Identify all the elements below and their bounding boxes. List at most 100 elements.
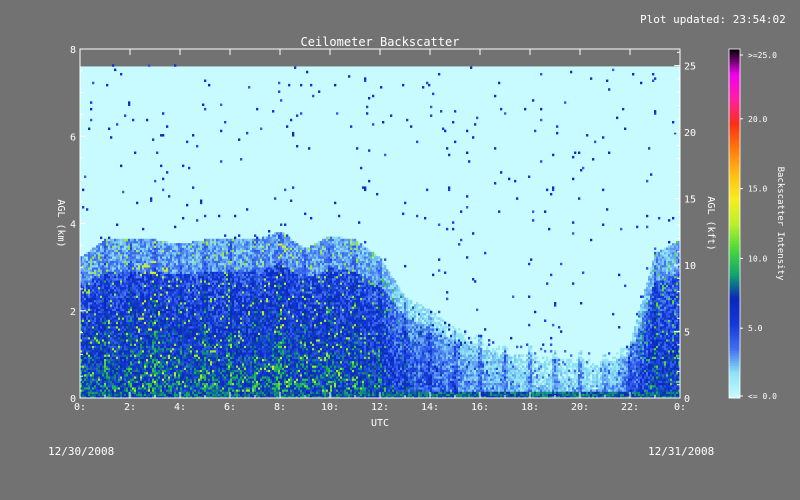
heatmap-cell	[130, 286, 133, 290]
heatmap-cell	[188, 376, 191, 379]
heatmap-cell	[162, 112, 165, 115]
heatmap-cell	[98, 286, 101, 290]
heatmap-cell	[154, 258, 157, 261]
heatmap-cell	[196, 258, 199, 261]
heatmap-cell	[164, 371, 167, 375]
heatmap-cell	[192, 262, 195, 266]
heatmap-cell	[158, 278, 161, 281]
heatmap-cell	[152, 267, 155, 270]
heatmap-cell	[184, 256, 187, 259]
heatmap-cell	[108, 297, 111, 301]
heatmap-cell	[134, 334, 137, 338]
heatmap-cell	[194, 295, 197, 298]
heatmap-cell	[106, 317, 109, 320]
heatmap-cell	[158, 306, 161, 309]
heatmap-cell	[106, 350, 109, 353]
heatmap-cell	[108, 343, 111, 346]
heatmap-cell	[110, 247, 113, 250]
heatmap-cell	[200, 330, 203, 333]
heatmap-cell	[100, 384, 103, 388]
heatmap-cell	[202, 391, 205, 394]
heatmap-cell	[212, 371, 215, 375]
heatmap-cell	[98, 356, 101, 360]
heatmap-cell	[204, 352, 207, 355]
heatmap-cell	[112, 282, 115, 285]
heatmap-cell	[114, 358, 117, 362]
heatmap-cell	[124, 374, 127, 377]
heatmap-cell	[176, 343, 179, 346]
heatmap-cell	[196, 269, 199, 272]
heatmap-cell	[210, 350, 213, 353]
heatmap-cell	[158, 273, 161, 277]
heatmap-cell	[110, 374, 113, 377]
heatmap-cell	[90, 306, 93, 309]
heatmap-cell	[148, 260, 151, 264]
heatmap-cell	[184, 317, 187, 320]
heatmap-cell	[190, 260, 193, 264]
heatmap-cell	[94, 352, 97, 355]
heatmap-cell	[152, 264, 155, 268]
heatmap-cell	[182, 321, 185, 325]
heatmap-cell	[168, 273, 171, 277]
heatmap-cell	[182, 251, 185, 255]
heatmap-cell	[170, 323, 173, 327]
heatmap-cell	[194, 247, 197, 250]
heatmap-cell	[134, 326, 137, 329]
heatmap-cell	[128, 384, 131, 388]
heatmap-cell	[138, 251, 141, 255]
heatmap-cell	[174, 243, 177, 246]
heatmap-cell	[136, 334, 139, 338]
heatmap-cell	[134, 258, 137, 261]
heatmap-cell	[120, 369, 123, 373]
heatmap-cell	[198, 343, 201, 346]
heatmap-cell	[182, 323, 185, 327]
heatmap-cell	[100, 319, 103, 322]
heatmap-cell	[178, 297, 181, 301]
heatmap-cell	[198, 356, 201, 360]
heatmap-cell	[186, 363, 189, 366]
heatmap-cell	[86, 280, 89, 283]
heatmap-cell	[106, 328, 109, 331]
heatmap-cell	[170, 393, 173, 397]
heatmap-cell	[88, 282, 91, 285]
heatmap-cell	[98, 371, 101, 375]
heatmap-cell	[120, 376, 123, 379]
heatmap-cell	[168, 363, 171, 366]
heatmap-cell	[186, 374, 189, 377]
heatmap-cell	[152, 387, 155, 390]
heatmap-cell	[94, 341, 97, 344]
heatmap-cell	[182, 378, 185, 381]
heatmap-cell	[182, 243, 185, 246]
heatmap-cell	[142, 278, 145, 281]
heatmap-cell	[148, 360, 151, 364]
heatmap-cell	[162, 360, 165, 364]
heatmap-cell	[150, 278, 153, 281]
heatmap-cell	[174, 321, 177, 325]
heatmap-cell	[138, 339, 141, 342]
heatmap-cell	[212, 393, 215, 397]
heatmap-cell	[208, 275, 211, 279]
heatmap-cell	[134, 365, 137, 368]
heatmap-cell	[192, 387, 195, 390]
heatmap-cell	[130, 384, 133, 388]
heatmap-cell	[88, 345, 91, 349]
heatmap-cell	[212, 326, 215, 329]
heatmap-cell	[158, 284, 161, 288]
heatmap-cell	[128, 326, 131, 329]
heatmap-cell	[150, 297, 153, 301]
heatmap-cell	[92, 323, 95, 327]
heatmap-cell	[166, 365, 169, 368]
heatmap-cell	[200, 312, 203, 316]
heatmap-cell	[202, 376, 205, 379]
heatmap-cell	[206, 323, 209, 327]
heatmap-cell	[212, 282, 215, 285]
heatmap-cell	[192, 306, 195, 309]
heatmap-cell	[130, 339, 133, 342]
heatmap-cell	[124, 312, 127, 316]
heatmap-cell	[186, 315, 189, 318]
heatmap-cell	[128, 330, 131, 333]
heatmap-cell	[156, 323, 159, 327]
heatmap-cell	[202, 330, 205, 333]
heatmap-cell	[108, 302, 111, 305]
heatmap-cell	[160, 304, 163, 307]
